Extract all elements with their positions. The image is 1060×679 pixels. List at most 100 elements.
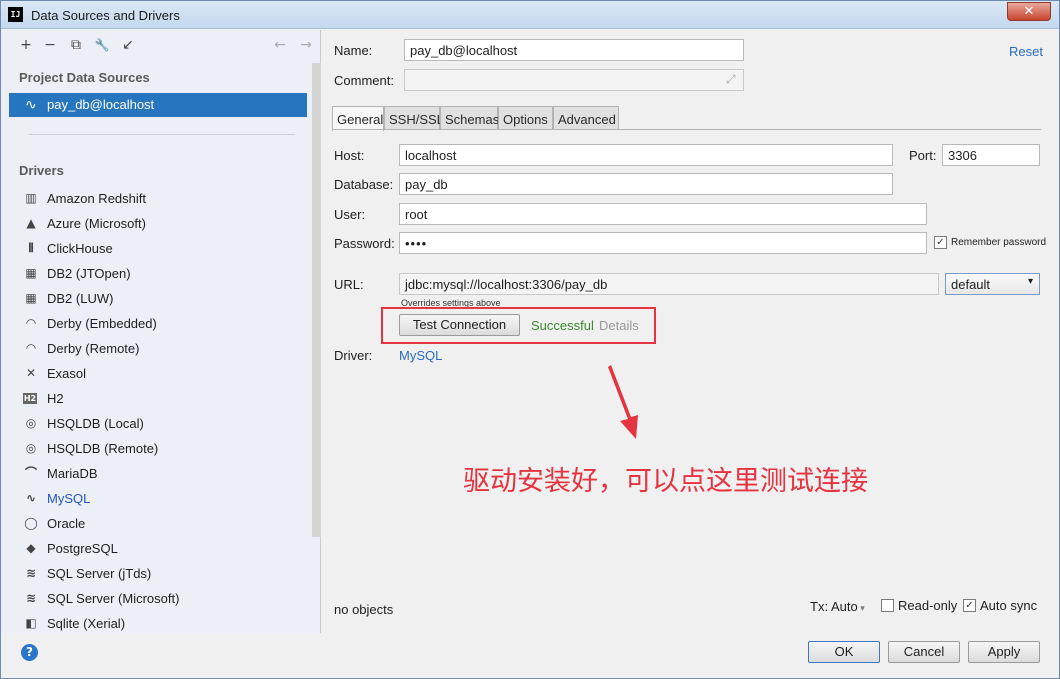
tab-options[interactable]: Options xyxy=(498,106,553,130)
window-title: Data Sources and Drivers xyxy=(31,8,180,23)
driver-item[interactable]: ◯ Oracle xyxy=(19,513,299,535)
close-button[interactable]: ✕ xyxy=(1007,2,1051,21)
intellij-icon: IJ xyxy=(8,7,23,22)
tab-schemas[interactable]: Schemas xyxy=(440,106,499,130)
ok-button[interactable]: OK xyxy=(808,641,880,663)
hsqldb-icon: ◎ xyxy=(25,441,37,455)
url-mode-value: default xyxy=(951,277,991,292)
user-field[interactable]: root xyxy=(399,203,927,225)
driver-item[interactable]: ◧ Sqlite (Xerial) xyxy=(19,613,299,635)
expand-icon[interactable]: ⤢ xyxy=(726,72,736,87)
driver-label: MySQL xyxy=(47,491,91,506)
annotation-highlight-box xyxy=(381,307,656,344)
dialog-window: IJ Data Sources and Drivers ✕ + − ⧉ 🔧 ↙ … xyxy=(0,0,1060,679)
driver-label: H2 xyxy=(47,391,64,406)
add-icon[interactable]: + xyxy=(17,36,35,54)
reset-link[interactable]: Reset xyxy=(1009,44,1043,59)
driver-item[interactable]: ⌒ MariaDB xyxy=(19,463,299,485)
driver-label: PostgreSQL xyxy=(47,541,118,556)
chevron-down-icon: ▾ xyxy=(857,603,865,613)
driver-label: HSQLDB (Remote) xyxy=(47,441,159,456)
driver-item[interactable]: ◎ HSQLDB (Remote) xyxy=(19,438,299,460)
driver-item[interactable]: ▥ Amazon Redshift xyxy=(19,188,299,210)
back-icon[interactable]: ← xyxy=(271,36,289,54)
driver-item[interactable]: ◠ Derby (Embedded) xyxy=(19,313,299,335)
driver-item[interactable]: ▲ Azure (Microsoft) xyxy=(19,213,299,235)
host-field[interactable]: localhost xyxy=(399,144,893,166)
name-field[interactable]: pay_db@localhost xyxy=(404,39,744,61)
postgresql-icon: ◆ xyxy=(26,541,36,555)
import-icon[interactable]: ↙ xyxy=(119,36,137,54)
exasol-icon: ✕ xyxy=(25,366,37,380)
driver-item[interactable]: ◆ PostgreSQL xyxy=(19,538,299,560)
driver-item[interactable]: ▦ DB2 (JTOpen) xyxy=(19,263,299,285)
scrollbar[interactable] xyxy=(312,63,321,537)
transaction-mode-select[interactable]: Tx: Auto ▾ xyxy=(810,599,865,614)
driver-item[interactable]: ≋ SQL Server (Microsoft) xyxy=(19,588,299,610)
forward-icon[interactable]: → xyxy=(297,36,315,54)
read-only-checkbox[interactable] xyxy=(881,599,894,612)
driver-label: DB2 (JTOpen) xyxy=(47,266,131,281)
remember-password-checkbox[interactable]: ✓ xyxy=(934,236,947,249)
driver-item[interactable]: ▦ DB2 (LUW) xyxy=(19,288,299,310)
wrench-icon[interactable]: 🔧 xyxy=(93,36,111,54)
data-source-item[interactable]: ∿ pay_db@localhost xyxy=(9,93,307,117)
auto-sync-checkbox[interactable]: ✓ xyxy=(963,599,976,612)
project-data-sources-heading: Project Data Sources xyxy=(19,70,150,85)
derby-icon: ◠ xyxy=(26,316,36,330)
driver-label: Sqlite (Xerial) xyxy=(47,616,126,631)
mysql-icon: ∿ xyxy=(25,491,37,505)
data-source-label: pay_db@localhost xyxy=(47,97,155,112)
comment-field[interactable] xyxy=(404,69,744,91)
driver-item[interactable]: ∿ MySQL xyxy=(19,488,299,510)
driver-label: Amazon Redshift xyxy=(47,191,146,206)
driver-item[interactable]: ◠ Derby (Remote) xyxy=(19,338,299,360)
apply-button[interactable]: Apply xyxy=(968,641,1040,663)
sqlserver-icon: ≋ xyxy=(25,591,37,605)
password-label: Password: xyxy=(334,236,395,251)
driver-item[interactable]: ◎ HSQLDB (Local) xyxy=(19,413,299,435)
derby-icon: ◠ xyxy=(26,341,36,355)
driver-item[interactable]: ⦀ ClickHouse xyxy=(19,238,299,260)
database-field[interactable]: pay_db xyxy=(399,173,893,195)
driver-label: ClickHouse xyxy=(47,241,113,256)
redshift-icon: ▥ xyxy=(25,191,37,205)
driver-label: Derby (Remote) xyxy=(47,341,140,356)
password-field[interactable]: •••• xyxy=(399,232,927,254)
driver-label: Driver: xyxy=(334,348,373,363)
auto-sync-label: Auto sync xyxy=(980,598,1038,613)
tab-ssh-ssl[interactable]: SSH/SSL xyxy=(384,106,444,130)
azure-icon: ▲ xyxy=(26,216,36,230)
comment-label: Comment: xyxy=(334,73,394,88)
url-field[interactable]: jdbc:mysql://localhost:3306/pay_db xyxy=(399,273,939,295)
name-label: Name: xyxy=(334,43,373,58)
db2-icon: ▦ xyxy=(25,266,37,280)
mysql-icon: ∿ xyxy=(25,96,37,112)
tab-general[interactable]: General xyxy=(332,106,384,131)
help-icon[interactable]: ? xyxy=(21,644,38,661)
driver-label: Derby (Embedded) xyxy=(47,316,157,331)
h2-icon: H2 xyxy=(23,393,37,404)
oracle-icon: ◯ xyxy=(24,516,38,530)
driver-item[interactable]: ✕ Exasol xyxy=(19,363,299,385)
driver-item[interactable]: H2 H2 xyxy=(19,388,299,410)
db2-icon: ▦ xyxy=(25,291,37,305)
url-mode-select[interactable]: default ▾ xyxy=(945,273,1040,295)
remove-icon[interactable]: − xyxy=(41,36,59,54)
database-label: Database: xyxy=(334,177,394,192)
driver-link[interactable]: MySQL xyxy=(399,348,442,363)
driver-label: Azure (Microsoft) xyxy=(47,216,146,231)
sqlserver-icon: ≋ xyxy=(25,566,37,580)
driver-label: MariaDB xyxy=(47,466,98,481)
port-field[interactable]: 3306 xyxy=(942,144,1040,166)
tab-advanced[interactable]: Advanced xyxy=(553,106,619,130)
driver-item[interactable]: ≋ SQL Server (jTds) xyxy=(19,563,299,585)
copy-icon[interactable]: ⧉ xyxy=(67,36,85,54)
port-label: Port: xyxy=(909,148,937,163)
annotation-text: 驱动安装好，可以点这里测试连接 xyxy=(463,466,868,497)
driver-label: DB2 (LUW) xyxy=(47,291,114,306)
url-label: URL: xyxy=(334,277,364,292)
host-label: Host: xyxy=(334,148,365,163)
cancel-button[interactable]: Cancel xyxy=(888,641,960,663)
chevron-down-icon: ▾ xyxy=(1027,276,1033,287)
